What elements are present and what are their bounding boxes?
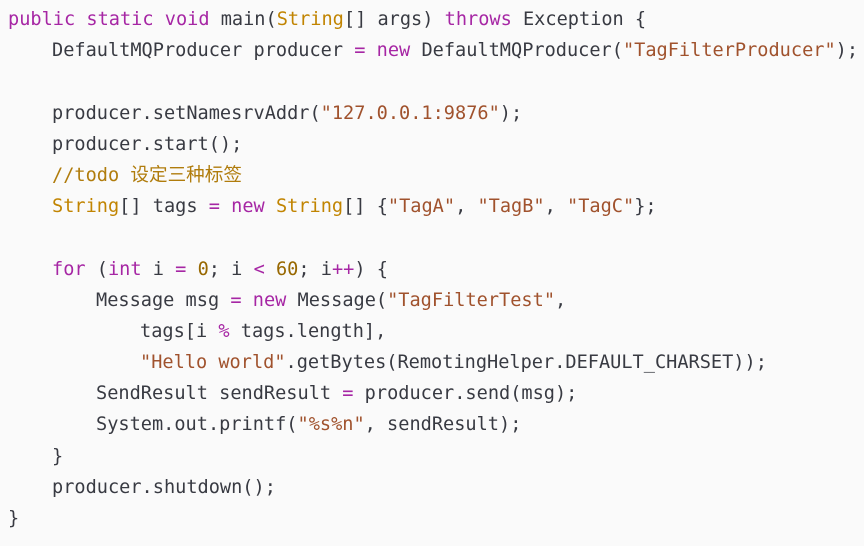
string-literal: "TagFilterProducer" <box>622 40 836 62</box>
code-line-1: public static void main(String[] args) t… <box>0 4 864 35</box>
loop-var: i <box>141 258 176 280</box>
increment-operator: ++ <box>331 258 355 280</box>
keyword-throws: throws <box>444 9 512 30</box>
keyword-new: new <box>252 289 287 311</box>
assign-operator: = <box>208 196 220 218</box>
assign-operator: = <box>230 289 242 311</box>
set-namesrv-call: producer.setNamesrvAddr( <box>52 102 321 124</box>
code-line-4: producer.setNamesrvAddr("127.0.0.1:9876"… <box>0 98 864 129</box>
type-string: String <box>275 196 344 218</box>
code-line-5: producer.start(); <box>0 129 864 160</box>
method-main-open: main( <box>209 9 277 30</box>
code-line-16: producer.shutdown(); <box>0 472 864 503</box>
statement-end: ); <box>835 40 859 62</box>
loop-cond: ; i <box>208 258 254 280</box>
type-string: String <box>276 9 344 30</box>
comment-cjk-text: 设定三种标签 <box>130 164 242 186</box>
message-ctor: Message( <box>286 289 388 311</box>
producer-start: producer.start(); <box>52 133 243 155</box>
code-line-11: tags[i % tags.length], <box>0 316 864 347</box>
producer-decl: DefaultMQProducer producer <box>52 40 355 62</box>
keyword-static: static <box>86 9 154 30</box>
tags-decl: [] tags <box>119 196 209 218</box>
send-result-decl: SendResult sendResult <box>96 383 343 405</box>
array-close: }; <box>634 196 657 218</box>
for-open: ( <box>85 258 108 280</box>
code-line-9: for (int i = 0; i < 60; i++) { <box>0 254 864 285</box>
code-line-14: System.out.printf("%s%n", sendResult); <box>0 409 864 440</box>
code-line-7: String[] tags = new String[] {"TagA", "T… <box>0 191 864 222</box>
printf-call: System.out.printf( <box>96 414 298 436</box>
array-open: [] { <box>343 196 388 218</box>
string-literal: "%s%n" <box>297 414 365 436</box>
tags-index: tags[i <box>140 320 219 342</box>
string-literal: "TagB" <box>477 196 545 218</box>
comment-todo: //todo <box>52 164 131 186</box>
number-literal: 0 <box>197 258 209 280</box>
get-bytes-call: .getBytes(RemotingHelper.DEFAULT_CHARSET… <box>285 352 767 374</box>
keyword-int: int <box>107 258 142 280</box>
code-line-13: SendResult sendResult = producer.send(ms… <box>0 378 864 409</box>
string-literal: "TagFilterTest" <box>387 289 556 311</box>
assign-operator: = <box>175 258 187 280</box>
code-line-10: Message msg = new Message("TagFilterTest… <box>0 285 864 316</box>
producer-shutdown: producer.shutdown(); <box>52 476 276 498</box>
code-line-8-empty <box>0 222 864 253</box>
comma: , <box>555 289 567 311</box>
code-line-15: } <box>0 441 864 472</box>
send-call: producer.send(msg); <box>353 383 578 405</box>
exception-type: Exception { <box>511 9 647 30</box>
statement-end: ); <box>499 102 523 124</box>
keyword-new: new <box>231 196 265 218</box>
message-decl: Message msg <box>96 289 231 311</box>
loop-incr: ; i <box>298 258 332 280</box>
number-literal: 60 <box>275 258 299 280</box>
string-literal: "Hello world" <box>140 352 286 374</box>
comma: , <box>544 196 568 218</box>
code-line-3-empty <box>0 66 864 97</box>
code-line-6: //todo 设定三种标签 <box>0 160 864 191</box>
type-string: String <box>52 196 120 218</box>
less-than-operator: < <box>253 258 265 280</box>
tags-length: tags.length], <box>229 320 387 342</box>
method-args: [] args) <box>343 9 445 30</box>
code-line-12: "Hello world".getBytes(RemotingHelper.DE… <box>0 347 864 378</box>
close-brace: } <box>8 508 20 529</box>
string-literal: "TagA" <box>387 196 456 218</box>
keyword-for: for <box>52 258 86 280</box>
constructor-call: DefaultMQProducer( <box>410 40 623 62</box>
for-close: ) { <box>354 258 388 280</box>
keyword-void: void <box>164 9 210 30</box>
code-line-17: } <box>0 503 864 534</box>
comma: , <box>455 196 478 218</box>
code-editor: public static void main(String[] args) t… <box>0 0 864 546</box>
string-literal: "TagC" <box>567 196 635 218</box>
keyword-new: new <box>376 40 411 62</box>
close-brace: } <box>52 445 64 467</box>
assign-operator: = <box>342 383 354 405</box>
printf-args: , sendResult); <box>364 414 522 436</box>
assign-operator: = <box>354 40 366 62</box>
string-literal: "127.0.0.1:9876" <box>320 102 500 124</box>
code-line-2: DefaultMQProducer producer = new Default… <box>0 35 864 66</box>
keyword-public: public <box>8 9 76 30</box>
modulo-operator: % <box>218 320 230 342</box>
